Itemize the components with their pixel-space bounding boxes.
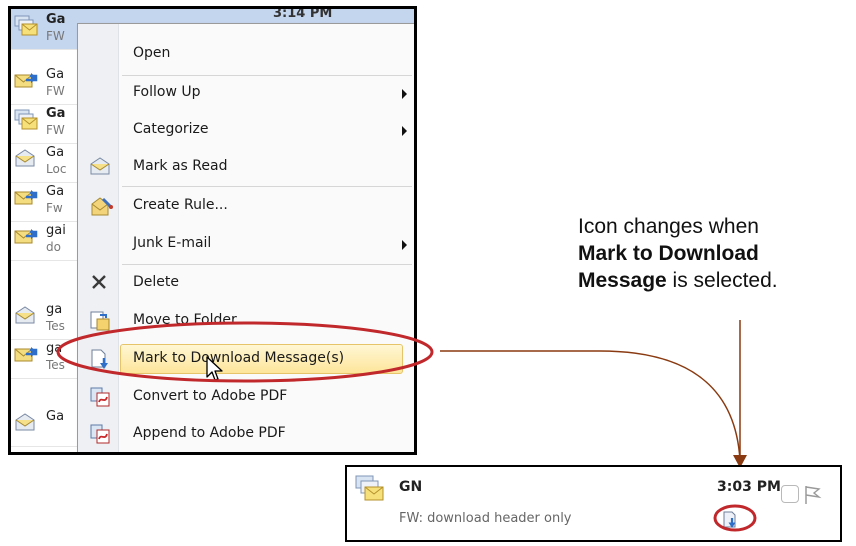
flag-icon[interactable]	[804, 485, 822, 505]
preview-sender: GN	[399, 479, 423, 495]
category-checkbox[interactable]	[781, 485, 799, 503]
icon-highlight-ellipse	[713, 504, 757, 532]
result-message-preview: GN 3:03 PM FW: download header only	[345, 465, 842, 542]
envelope-stack-icon	[355, 475, 385, 503]
callout-bold-line-1: Mark to Download	[578, 242, 759, 265]
callout-line-1: Icon changes when	[578, 215, 759, 238]
callout-text: Icon changes when Mark to Download Messa…	[578, 213, 778, 294]
callout-line-3: is selected.	[666, 269, 778, 292]
preview-time: 3:03 PM	[717, 479, 781, 495]
preview-subject: FW: download header only	[399, 511, 572, 526]
callout-bold-line-2: Message	[578, 269, 667, 292]
